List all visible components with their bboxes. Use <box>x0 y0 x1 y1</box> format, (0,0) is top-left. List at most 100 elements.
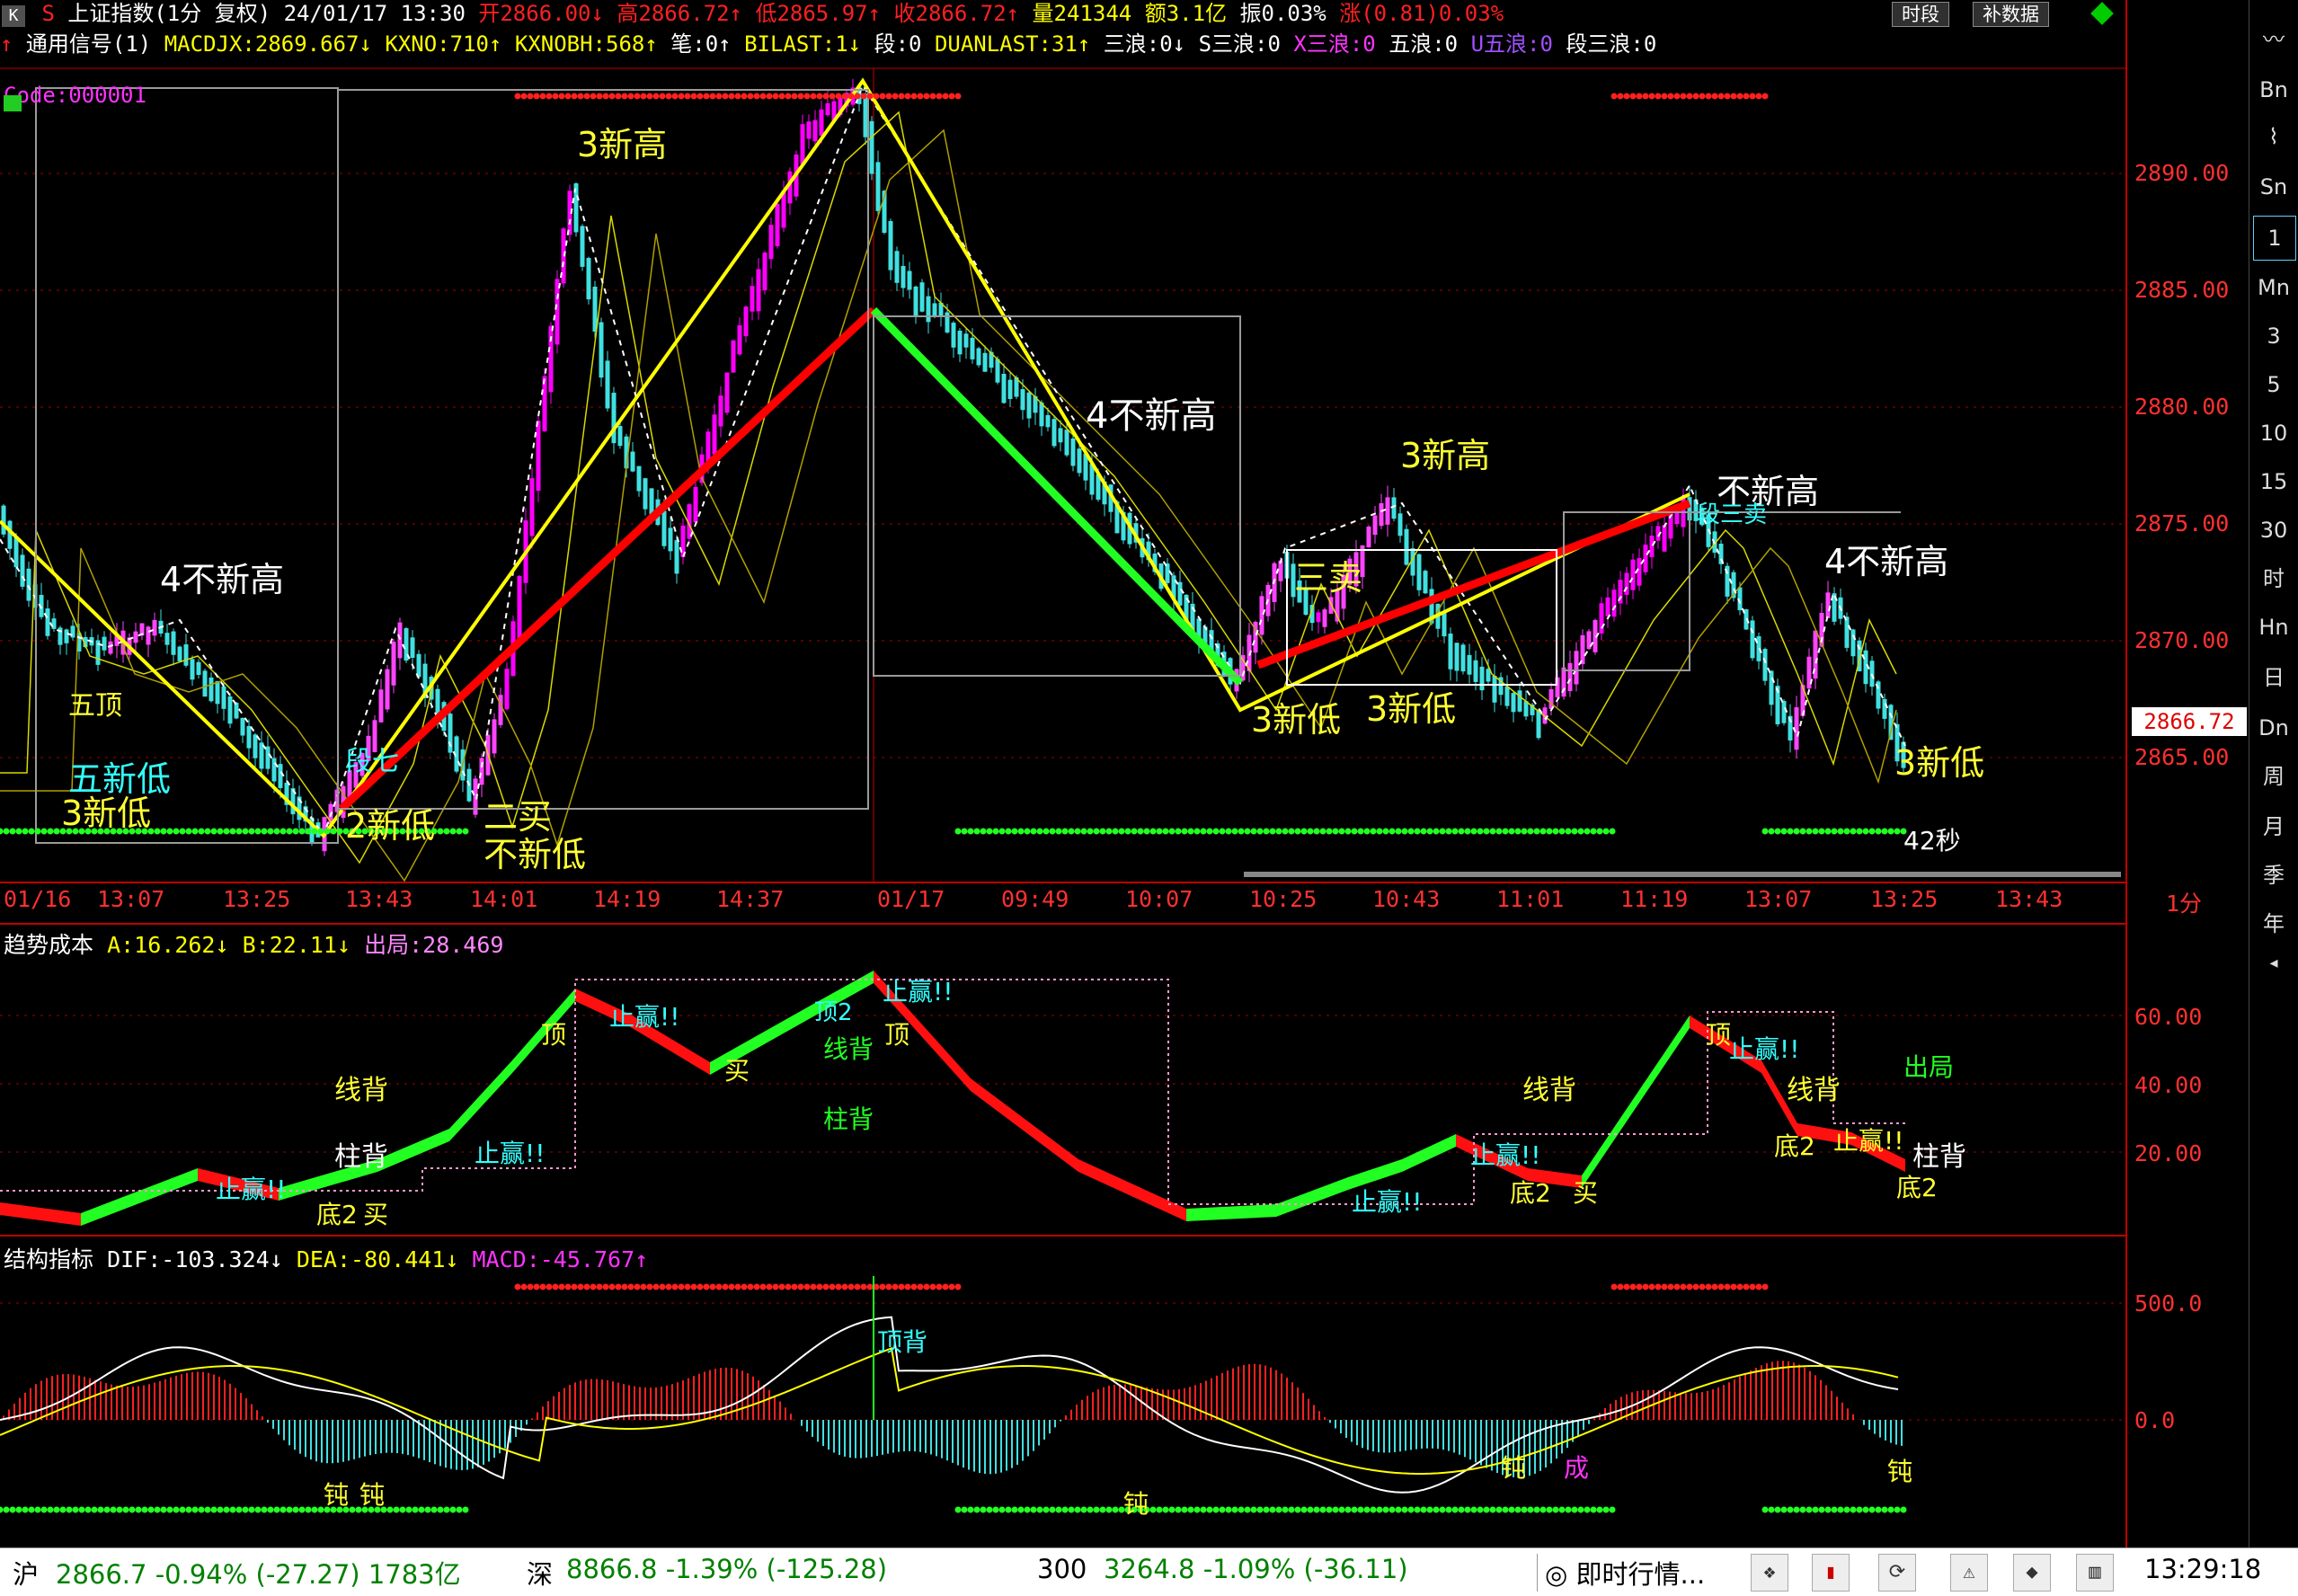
buy-signal-dot <box>1862 1506 1869 1513</box>
buy-signal-dot <box>1894 1506 1901 1513</box>
candle-body <box>1177 581 1183 606</box>
candle-body <box>190 659 195 680</box>
buy-signal-dot <box>261 1506 268 1513</box>
toolbar-item[interactable]: 30 <box>2253 509 2294 552</box>
sz-index[interactable]: 8866.8 -1.39% (-125.28) <box>566 1554 887 1584</box>
book-icon[interactable]: ▥ <box>2076 1554 2114 1592</box>
buy-signal-dot <box>1451 1506 1459 1513</box>
buy-signal-dot <box>1275 1506 1282 1513</box>
sell-signal-dot <box>709 93 716 100</box>
toolbar-item[interactable]: 日 <box>2253 656 2294 699</box>
toolbar-item[interactable]: Bn <box>2253 68 2294 111</box>
sell-signal-dot <box>885 93 892 100</box>
candle-body <box>1026 392 1032 419</box>
period-toolbar: 〰 Bn ⌇ Sn 1 Mn 3 5 10 15 30 时 Hn 日 Dn 周 … <box>2249 0 2298 1547</box>
chart-canvas[interactable] <box>0 0 2125 1547</box>
sell-signal-dot <box>1705 1283 1712 1290</box>
toolbar-item[interactable]: 10 <box>2253 412 2294 455</box>
toolbar-item[interactable]: 季 <box>2253 854 2294 897</box>
candle-body <box>649 488 654 515</box>
sell-signal-dot <box>684 93 691 100</box>
buy-signal-dot <box>1017 1506 1025 1513</box>
toolbar-item[interactable]: 年 <box>2253 902 2294 945</box>
sell-signal-dot <box>552 93 559 100</box>
toolbar-item[interactable]: 15 <box>2253 460 2294 503</box>
buy-signal-dot <box>154 1506 161 1513</box>
sell-signal-dot <box>1730 93 1737 100</box>
buy-signal-dot <box>1464 828 1471 835</box>
candle-body <box>1611 590 1617 617</box>
chart-icon[interactable]: ⌇ <box>2253 115 2294 158</box>
buy-signal-dot <box>1080 1506 1087 1513</box>
trend-label: 顶 <box>884 1020 910 1050</box>
trend-label: 止赢!! <box>883 977 954 1006</box>
news-button[interactable]: ◎ 即时行情... <box>1537 1554 1705 1592</box>
buy-signal-dot <box>1200 828 1207 835</box>
trend-label: 线背 <box>334 1075 388 1106</box>
sell-signal-dot <box>904 93 911 100</box>
sell-signal-dot <box>829 1283 836 1290</box>
buy-signal-dot <box>160 1506 167 1513</box>
buy-signal-dot <box>1389 1506 1396 1513</box>
alert-icon[interactable]: ⚠ <box>1950 1554 1988 1592</box>
toolbar-item[interactable]: Mn <box>2253 266 2294 309</box>
toolbar-item[interactable]: 时 <box>2253 557 2294 600</box>
buy-signal-dot <box>1024 1506 1031 1513</box>
buy-signal-dot <box>1451 828 1459 835</box>
y-tick: 20.00 <box>2134 1140 2203 1166</box>
sell-signal-dot <box>948 1283 955 1290</box>
buy-signal-dot <box>349 1506 356 1513</box>
x-tick: 01/17 <box>877 886 945 912</box>
candle-body <box>385 669 390 710</box>
sell-signal-dot <box>835 1283 842 1290</box>
period-label[interactable]: 1分 <box>2166 886 2202 918</box>
candle-body <box>1165 563 1170 583</box>
sell-signal-dot <box>665 1283 672 1290</box>
sell-signal-dot <box>810 1283 817 1290</box>
toolbar-item[interactable]: Hn <box>2253 606 2294 649</box>
y-tick: 2880.00 <box>2134 394 2230 420</box>
toolbar-item[interactable]: Sn <box>2253 165 2294 208</box>
buy-signal-dot <box>1294 1506 1301 1513</box>
buy-signal-dot <box>248 828 255 835</box>
buy-signal-dot <box>147 1506 155 1513</box>
sh-index[interactable]: 2866.7 -0.94% (-27.27) 1783亿 <box>56 1554 461 1592</box>
sell-signal-dot <box>671 1283 679 1290</box>
buy-signal-dot <box>1187 1506 1194 1513</box>
buy-signal-dot <box>1200 1506 1207 1513</box>
sell-signal-dot <box>1692 93 1699 100</box>
toolbar-item[interactable]: 5 <box>2253 363 2294 406</box>
hs300-index[interactable]: 3264.8 -1.09% (-36.11) <box>1104 1554 1408 1584</box>
trend-exit: 出局:28.469 <box>364 932 504 958</box>
toolbar-item[interactable]: Dn <box>2253 706 2294 749</box>
sell-signal-dot <box>1655 1283 1662 1290</box>
buy-signal-dot <box>1806 828 1813 835</box>
toolbar-item[interactable]: 3 <box>2253 315 2294 358</box>
toolbar-item[interactable]: 1 <box>2253 216 2296 261</box>
sz-label: 深 <box>527 1559 554 1590</box>
buy-signal-dot <box>449 1506 457 1513</box>
candle-body <box>1781 701 1787 723</box>
buy-signal-dot <box>1470 1506 1477 1513</box>
database-icon[interactable]: ▮ <box>1812 1554 1850 1592</box>
candle-body <box>599 322 604 378</box>
toolbar-item[interactable]: 月 <box>2253 805 2294 848</box>
app-icon[interactable]: ❖ <box>1751 1554 1788 1592</box>
line-chart-icon[interactable]: 〰 <box>2253 18 2294 61</box>
buy-signal-dot <box>1780 1506 1788 1513</box>
toolbar-item[interactable]: 周 <box>2253 755 2294 798</box>
trend-ribbon <box>1186 1204 1276 1221</box>
tag-icon[interactable]: ◆ <box>2013 1554 2051 1592</box>
sell-signal-dot <box>734 93 741 100</box>
sell-signal-dot <box>904 1283 911 1290</box>
sell-signal-dot <box>759 93 767 100</box>
buy-signal-dot <box>40 828 48 835</box>
refresh-icon[interactable]: ⟳ <box>1878 1554 1916 1592</box>
buy-signal-dot <box>1256 828 1264 835</box>
trend-label: 柱背 <box>823 1104 874 1134</box>
collapse-arrow-icon[interactable]: ◂ <box>2253 942 2294 985</box>
sell-signal-dot <box>910 93 918 100</box>
buy-signal-dot <box>229 1506 236 1513</box>
candle-body <box>863 93 868 137</box>
candle-body <box>20 554 25 587</box>
